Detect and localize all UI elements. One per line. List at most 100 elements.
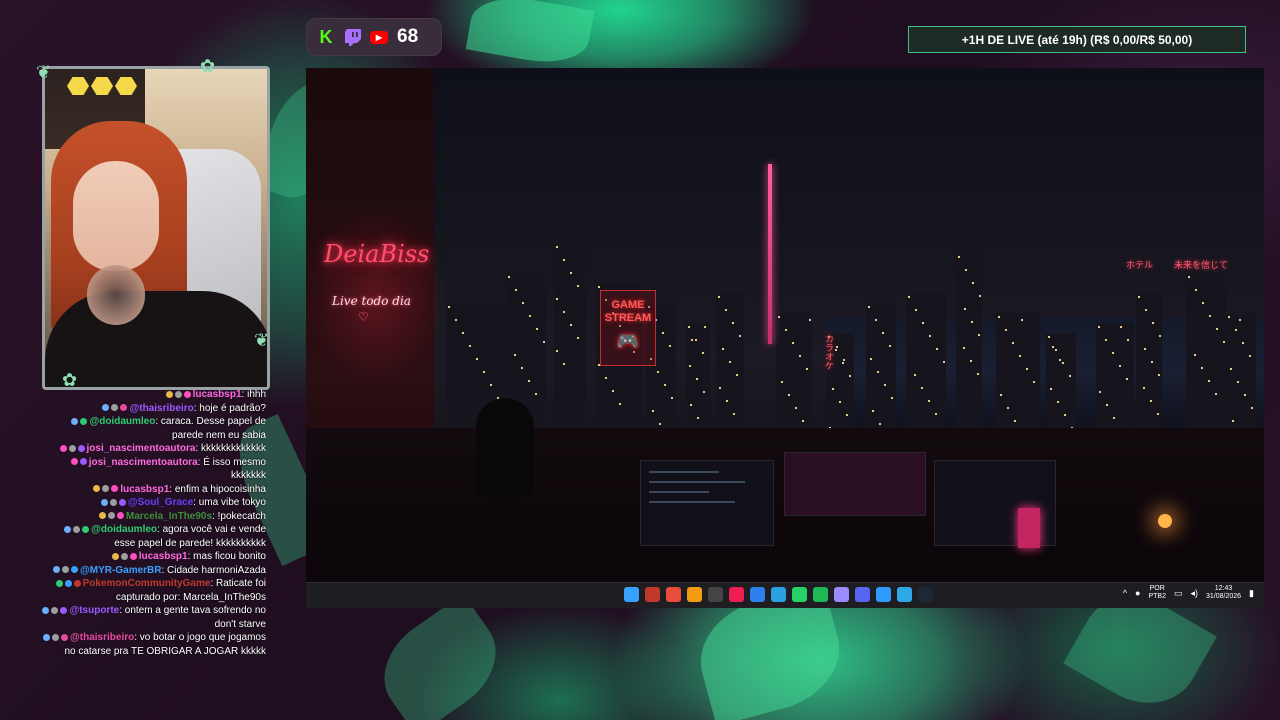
chat-username[interactable]: @tsuporte <box>69 605 119 616</box>
building-window <box>1026 368 1028 370</box>
taskbar-app-icon[interactable] <box>666 587 681 602</box>
chat-message: Marcela_InThe90s: !pokecatch <box>40 510 266 524</box>
microphone-icon[interactable]: ● <box>1135 588 1140 598</box>
building-window <box>662 332 664 334</box>
candle <box>1158 514 1172 528</box>
chat-text: !pokecatch <box>217 510 266 522</box>
building-window <box>1014 420 1016 422</box>
building-window <box>476 358 478 360</box>
building <box>716 293 744 433</box>
clock[interactable]: 12:43 31/08/2026 <box>1206 585 1241 601</box>
chat-badge-icon <box>111 404 119 412</box>
building-window <box>849 375 851 377</box>
building-window <box>1235 329 1237 331</box>
chat-username[interactable]: @doidaumleo <box>91 524 157 535</box>
building-window <box>943 361 945 363</box>
taskbar-app-icon[interactable] <box>792 587 807 602</box>
chat-username[interactable]: lucasbsp1 <box>120 484 169 495</box>
chat-username[interactable]: josi_nascimentoautora <box>87 443 196 454</box>
notification-icon[interactable]: ▮ <box>1249 588 1254 599</box>
building-window <box>688 326 690 328</box>
chat-badge-icon <box>111 552 119 560</box>
building-window <box>1228 316 1230 318</box>
stream-screen: DeiaBiss Live todo dia ♡ GAME STREAM 🎮 ホ… <box>306 68 1264 608</box>
taskbar-app-icon[interactable] <box>855 587 870 602</box>
chat-username[interactable]: @Soul_Grace <box>128 497 193 508</box>
chat-badge-icon <box>64 525 72 533</box>
game-stream-sign: GAME STREAM 🎮 <box>600 290 656 366</box>
chat-text: caraca. Desse papel de parede nem eu sab… <box>160 416 266 441</box>
building-window <box>652 410 654 412</box>
building-window <box>781 381 783 383</box>
chat-text: É isso mesmo kkkkkkk <box>203 456 266 482</box>
building-window <box>1242 342 1244 344</box>
chevron-up-icon[interactable]: ^ <box>1123 588 1127 598</box>
building-window <box>556 246 558 248</box>
taskbar-app-icon[interactable] <box>813 587 828 602</box>
building-window <box>971 321 973 323</box>
chat-username[interactable]: @MYR-GamerBR <box>80 565 161 576</box>
taskbar-app-icon[interactable] <box>876 587 891 602</box>
taskbar-app-icon[interactable] <box>624 587 639 602</box>
building-window <box>1223 341 1225 343</box>
chat-username[interactable]: lucasbsp1 <box>139 551 188 562</box>
building-window <box>732 322 734 324</box>
building-window <box>958 256 960 258</box>
network-icon[interactable]: ▭ <box>1174 588 1183 599</box>
chat-username[interactable]: Marcela_InThe90s <box>126 511 212 522</box>
chat-badge-icon <box>102 485 110 493</box>
building-window <box>799 355 801 357</box>
cat-silhouette <box>476 398 534 498</box>
chat-text: hoje é padrão? <box>199 402 266 414</box>
chat-username[interactable]: @thaisribeiro <box>129 403 193 414</box>
building-window <box>462 332 464 334</box>
taskbar-app-icon[interactable] <box>750 587 765 602</box>
taskbar-app-icon[interactable] <box>771 587 786 602</box>
chat-badges <box>54 577 81 591</box>
taskbar-app-icon[interactable] <box>918 587 933 602</box>
building-window <box>695 339 697 341</box>
chat-username[interactable]: @doidaumleo <box>89 416 155 427</box>
chat-message: josi_nascimentoautora: É isso mesmo kkkk… <box>40 456 266 483</box>
neon-sign-subtitle: Live todo dia <box>332 294 411 308</box>
chat-badge-icon <box>55 579 63 587</box>
language-indicator[interactable]: POR PTB2 <box>1148 585 1166 601</box>
chat-username[interactable]: PokemonCommunityGame <box>83 578 211 589</box>
chat-message: josi_nascimentoautora: kkkkkkkkkkkkk <box>40 442 266 456</box>
building-window <box>889 345 891 347</box>
building-window <box>1098 326 1100 328</box>
building-window <box>1106 404 1108 406</box>
chat-text: kkkkkkkkkkkkk <box>201 443 266 454</box>
building-window <box>1209 315 1211 317</box>
building-window <box>722 348 724 350</box>
chat-username[interactable]: lucasbsp1 <box>193 389 242 400</box>
chat-username[interactable]: josi_nascimentoautora <box>89 457 198 468</box>
language-code: POR <box>1149 585 1165 592</box>
chat-badge-icon <box>82 525 90 533</box>
taskbar-app-icon[interactable] <box>834 587 849 602</box>
building-window <box>664 384 666 386</box>
chat-username[interactable]: @thaisribeiro <box>70 632 134 643</box>
taskbar-app-icon[interactable] <box>729 587 744 602</box>
taskbar-app-icon[interactable] <box>708 587 723 602</box>
taskbar-app-icon[interactable] <box>645 587 660 602</box>
building <box>1046 333 1076 433</box>
building-window <box>1005 329 1007 331</box>
taskbar-app-icon[interactable] <box>687 587 702 602</box>
gamepad-icon: 🎮 <box>616 331 640 351</box>
building-window <box>1120 326 1122 328</box>
taskbar-app-icon[interactable] <box>897 587 912 602</box>
building-window <box>691 339 693 341</box>
building-window <box>696 378 698 380</box>
building-window <box>1113 417 1115 419</box>
building <box>1136 293 1162 433</box>
building-window <box>875 319 877 321</box>
building-window <box>1064 414 1066 416</box>
chat-badge-icon <box>71 417 79 425</box>
chat-text: mas ficou bonito <box>193 551 266 562</box>
building-window <box>1201 367 1203 369</box>
building <box>956 253 982 433</box>
chat-badge-icon <box>111 485 119 493</box>
volume-icon[interactable]: ◂) <box>1190 588 1198 599</box>
building-window <box>577 337 579 339</box>
